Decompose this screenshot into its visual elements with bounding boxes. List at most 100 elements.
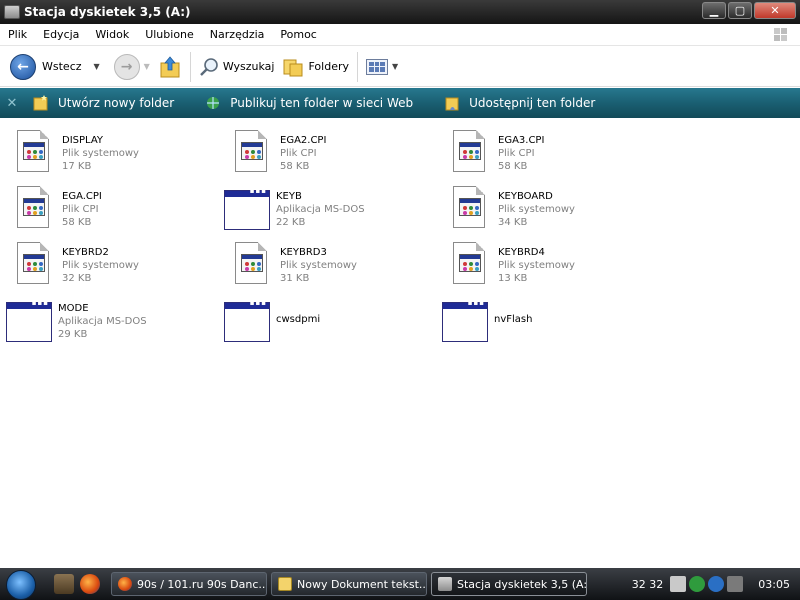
system-file-icon bbox=[228, 240, 274, 288]
menu-narzedzia[interactable]: Narzędzia bbox=[202, 28, 273, 41]
views-dropdown-icon[interactable]: ▼ bbox=[392, 62, 398, 71]
firefox-icon bbox=[118, 577, 132, 591]
dos-app-icon bbox=[224, 296, 270, 344]
file-name: KEYBRD2 bbox=[62, 247, 109, 258]
file-item[interactable]: EGA2.CPI Plik CPI 58 KB bbox=[228, 128, 446, 182]
system-tray: 32 32 03:05 bbox=[632, 568, 800, 600]
file-name: KEYBRD4 bbox=[498, 247, 545, 258]
taskbar-button-firefox[interactable]: 90s / 101.ru 90s Danc... bbox=[111, 572, 267, 596]
floppy-drive-icon bbox=[438, 577, 452, 591]
windows-taskbar: 90s / 101.ru 90s Danc... Nowy Dokument t… bbox=[0, 568, 800, 600]
taskbar-button-floppy[interactable]: Stacja dyskietek 3,5 (A:) bbox=[431, 572, 587, 596]
start-button[interactable] bbox=[0, 568, 44, 600]
search-label: Wyszukaj bbox=[222, 60, 275, 73]
file-item[interactable]: EGA.CPI Plik CPI 58 KB bbox=[10, 184, 228, 238]
file-name: EGA3.CPI bbox=[498, 135, 545, 146]
task-share-folder[interactable]: Udostępnij ten folder bbox=[443, 94, 595, 112]
file-item[interactable]: DISPLAY Plik systemowy 17 KB bbox=[10, 128, 228, 182]
file-size: 58 KB bbox=[498, 161, 528, 172]
window-controls: ▁ ▢ ✕ bbox=[702, 2, 796, 19]
file-size: 58 KB bbox=[280, 161, 310, 172]
file-type: Plik CPI bbox=[498, 148, 535, 159]
dos-app-icon bbox=[224, 184, 270, 232]
file-name: DISPLAY bbox=[62, 135, 104, 146]
dos-app-icon bbox=[442, 296, 488, 344]
share-folder-icon bbox=[445, 97, 459, 111]
file-item[interactable]: cwsdpmi bbox=[224, 296, 442, 350]
file-item[interactable]: KEYBRD3 Plik systemowy 31 KB bbox=[228, 240, 446, 294]
back-label: Wstecz bbox=[42, 60, 82, 73]
publish-web-icon bbox=[207, 97, 220, 109]
toolbar-separator bbox=[189, 51, 191, 82]
file-size: 34 KB bbox=[498, 217, 528, 228]
forward-arrow-icon: → bbox=[113, 53, 140, 80]
task-pane-close-icon[interactable]: ✕ bbox=[0, 96, 24, 111]
forward-dropdown-icon[interactable]: ▼ bbox=[144, 62, 150, 71]
folders-label: Foldery bbox=[308, 60, 349, 73]
back-button[interactable]: ← Wstecz ▼ bbox=[6, 51, 104, 83]
system-file-icon bbox=[446, 240, 492, 288]
file-name: KEYB bbox=[276, 191, 302, 202]
system-file-icon bbox=[10, 184, 56, 232]
publish-web-label: Publikuj ten folder w sieci Web bbox=[230, 96, 414, 110]
file-name: KEYBOARD bbox=[498, 191, 553, 202]
up-folder-button[interactable] bbox=[154, 51, 186, 83]
taskbar-button-label: Nowy Dokument tekst... bbox=[297, 577, 427, 591]
file-name: nvFlash bbox=[494, 314, 533, 325]
windows-logo-icon bbox=[774, 28, 787, 41]
clock: 03:05 bbox=[758, 577, 790, 591]
menu-ulubione[interactable]: Ulubione bbox=[137, 28, 202, 41]
toolbar-separator bbox=[357, 51, 358, 82]
maximize-button[interactable]: ▢ bbox=[728, 2, 752, 19]
file-name: EGA.CPI bbox=[62, 191, 102, 202]
minimize-button[interactable]: ▁ bbox=[702, 2, 726, 19]
window-title: Stacja dyskietek 3,5 (A:) bbox=[24, 5, 191, 19]
taskbar-button-notepad[interactable]: Nowy Dokument tekst... bbox=[271, 572, 427, 596]
toolbar: ← Wstecz ▼ → ▼ Wyszukaj Foldery ▼ bbox=[0, 47, 800, 87]
close-button[interactable]: ✕ bbox=[754, 2, 796, 19]
menu-pomoc[interactable]: Pomoc bbox=[272, 28, 324, 41]
file-item[interactable]: nvFlash bbox=[442, 296, 660, 350]
forward-button[interactable]: → ▼ bbox=[110, 51, 154, 83]
new-folder-icon bbox=[33, 95, 48, 111]
show-desktop-icon[interactable] bbox=[54, 574, 74, 594]
menu-edycja[interactable]: Edycja bbox=[35, 28, 87, 41]
search-button[interactable]: Wyszukaj bbox=[195, 51, 279, 83]
file-item[interactable]: KEYB Aplikacja MS-DOS 22 KB bbox=[224, 184, 442, 238]
file-size: 17 KB bbox=[62, 161, 92, 172]
up-folder-icon bbox=[160, 55, 180, 77]
network-icon[interactable] bbox=[708, 576, 725, 592]
windows-orb-icon bbox=[6, 570, 36, 600]
file-type: Plik systemowy bbox=[498, 204, 575, 215]
firefox-icon[interactable] bbox=[80, 574, 100, 594]
task-new-folder[interactable]: Utwórz nowy folder bbox=[32, 94, 174, 112]
file-type: Plik systemowy bbox=[62, 260, 139, 271]
device-icon[interactable] bbox=[670, 576, 687, 592]
file-type: Aplikacja MS-DOS bbox=[276, 204, 365, 215]
file-item[interactable]: KEYBOARD Plik systemowy 34 KB bbox=[446, 184, 664, 238]
update-icon[interactable] bbox=[689, 576, 706, 592]
task-publish-web[interactable]: Publikuj ten folder w sieci Web bbox=[204, 94, 413, 112]
file-type: Plik systemowy bbox=[280, 260, 357, 271]
system-file-icon bbox=[446, 184, 492, 232]
tray-text: 32 32 bbox=[631, 577, 664, 591]
file-item[interactable]: KEYBRD4 Plik systemowy 13 KB bbox=[446, 240, 664, 294]
system-file-icon bbox=[10, 128, 56, 176]
new-folder-label: Utwórz nowy folder bbox=[58, 96, 175, 110]
taskbar-button-label: Stacja dyskietek 3,5 (A:) bbox=[457, 577, 587, 591]
file-item[interactable]: KEYBRD2 Plik systemowy 32 KB bbox=[10, 240, 228, 294]
back-dropdown-icon[interactable]: ▼ bbox=[94, 62, 100, 71]
file-item[interactable]: MODE Aplikacja MS-DOS 29 KB bbox=[6, 296, 224, 350]
file-size: 31 KB bbox=[280, 273, 310, 284]
search-icon bbox=[199, 57, 218, 76]
volume-icon[interactable] bbox=[727, 576, 744, 592]
file-name: cwsdpmi bbox=[276, 314, 321, 325]
file-size: 29 KB bbox=[58, 329, 88, 340]
taskbar-button-label: 90s / 101.ru 90s Danc... bbox=[137, 577, 267, 591]
menu-widok[interactable]: Widok bbox=[87, 28, 137, 41]
menu-plik[interactable]: Plik bbox=[0, 28, 35, 41]
views-button[interactable]: ▼ bbox=[362, 51, 402, 83]
file-list: DISPLAY Plik systemowy 17 KB EGA2.CPI Plik … bbox=[0, 119, 800, 568]
file-item[interactable]: EGA3.CPI Plik CPI 58 KB bbox=[446, 128, 664, 182]
folders-button[interactable]: Foldery bbox=[278, 51, 353, 83]
